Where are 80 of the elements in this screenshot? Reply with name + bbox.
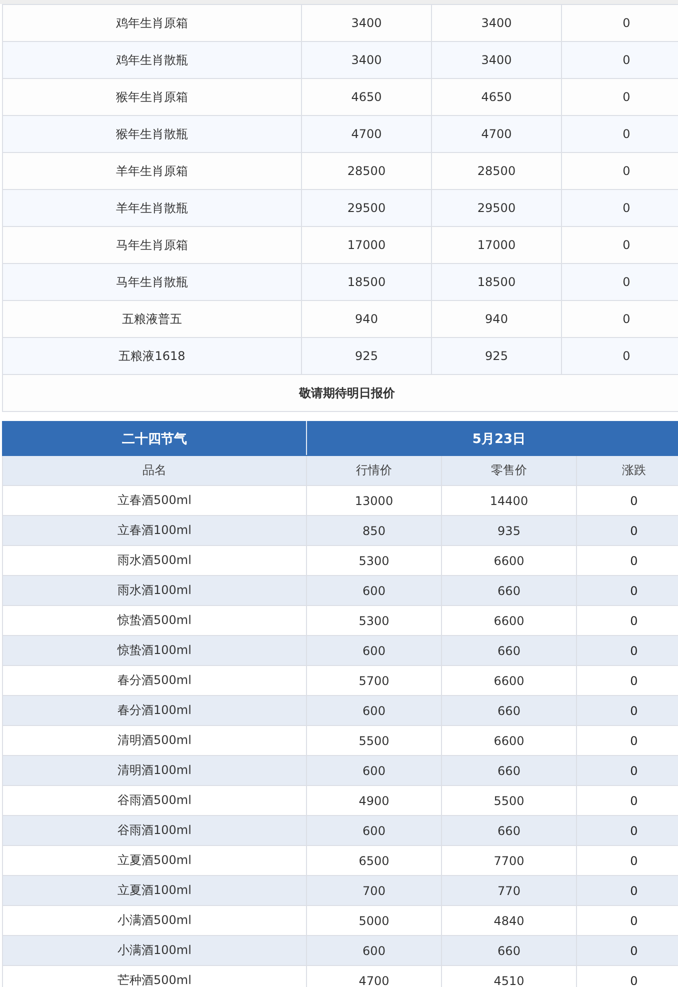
price-change-cell: 0	[562, 264, 678, 300]
retail-price-cell: 3400	[432, 42, 562, 78]
price-change-cell: 0	[576, 696, 678, 726]
price-change-cell: 0	[576, 576, 678, 606]
product-name-cell: 马年生肖散瓶	[2, 264, 302, 300]
retail-price-cell: 660	[442, 576, 576, 606]
retail-price-cell: 29500	[432, 190, 562, 226]
retail-price-cell: 28500	[432, 152, 562, 190]
product-name-cell: 猴年生肖原箱	[2, 78, 302, 116]
market-price-cell: 600	[306, 576, 442, 606]
retail-price-cell: 660	[442, 816, 576, 846]
column-header: 品名	[2, 456, 306, 486]
market-price-cell: 850	[306, 516, 442, 546]
product-name-cell: 立春酒100ml	[2, 516, 306, 546]
product-name-cell: 羊年生肖散瓶	[2, 190, 302, 226]
product-name-cell: 清明酒100ml	[2, 756, 306, 786]
product-name-cell: 小满酒100ml	[2, 936, 306, 966]
market-price-cell: 940	[302, 300, 432, 338]
table-date: 5月23日	[306, 422, 678, 456]
market-price-cell: 700	[306, 876, 442, 906]
market-price-cell: 600	[306, 636, 442, 666]
product-name-cell: 五粮液1618	[2, 338, 302, 374]
retail-price-cell: 925	[432, 338, 562, 374]
market-price-cell: 925	[302, 338, 432, 374]
retail-price-cell: 18500	[432, 264, 562, 300]
retail-price-cell: 940	[432, 300, 562, 338]
product-name-cell: 鸡年生肖散瓶	[2, 42, 302, 78]
retail-price-cell: 17000	[432, 226, 562, 264]
product-name-cell: 春分酒100ml	[2, 696, 306, 726]
price-change-cell: 0	[562, 338, 678, 374]
product-name-cell: 猴年生肖散瓶	[2, 116, 302, 152]
retail-price-cell: 660	[442, 756, 576, 786]
price-change-cell: 0	[562, 116, 678, 152]
market-price-cell: 18500	[302, 264, 432, 300]
market-price-cell: 600	[306, 816, 442, 846]
market-price-cell: 4650	[302, 78, 432, 116]
price-change-cell: 0	[562, 42, 678, 78]
product-name-cell: 惊蛰酒100ml	[2, 636, 306, 666]
market-price-cell: 17000	[302, 226, 432, 264]
retail-price-cell: 935	[442, 516, 576, 546]
price-change-cell: 0	[562, 152, 678, 190]
retail-price-cell: 4650	[432, 78, 562, 116]
product-name-cell: 五粮液普五	[2, 300, 302, 338]
retail-price-cell: 660	[442, 636, 576, 666]
product-name-cell: 马年生肖原箱	[2, 226, 302, 264]
market-price-cell: 28500	[302, 152, 432, 190]
product-name-cell: 鸡年生肖原箱	[2, 4, 302, 42]
product-name-cell: 羊年生肖原箱	[2, 152, 302, 190]
footer-note: 敬请期待明日报价	[2, 374, 678, 412]
retail-price-cell: 770	[442, 876, 576, 906]
market-price-cell: 600	[306, 936, 442, 966]
market-price-cell: 3400	[302, 4, 432, 42]
price-change-cell: 0	[576, 636, 678, 666]
product-name-cell: 雨水酒100ml	[2, 576, 306, 606]
column-header: 涨跌	[576, 456, 678, 486]
retail-price-cell: 4700	[432, 116, 562, 152]
product-name-cell: 芒种酒500ml	[2, 966, 306, 987]
retail-price-cell: 660	[442, 696, 576, 726]
price-change-cell: 0	[562, 78, 678, 116]
price-change-cell: 0	[562, 300, 678, 338]
price-change-cell: 0	[562, 4, 678, 42]
market-price-cell: 4700	[302, 116, 432, 152]
market-price-cell: 600	[306, 696, 442, 726]
price-change-cell: 0	[576, 876, 678, 906]
product-name-cell: 立夏酒100ml	[2, 876, 306, 906]
price-change-cell: 0	[576, 816, 678, 846]
column-header: 零售价	[442, 456, 576, 486]
retail-price-cell: 660	[442, 936, 576, 966]
retail-price-cell: 3400	[432, 4, 562, 42]
market-price-cell: 600	[306, 756, 442, 786]
product-name-cell: 谷雨酒100ml	[2, 816, 306, 846]
market-price-cell: 3400	[302, 42, 432, 78]
price-change-cell: 0	[576, 756, 678, 786]
market-price-cell: 29500	[302, 190, 432, 226]
price-change-cell: 0	[576, 516, 678, 546]
table-title: 二十四节气	[2, 422, 306, 456]
column-header: 行情价	[306, 456, 442, 486]
price-change-cell: 0	[562, 190, 678, 226]
price-change-cell: 0	[562, 226, 678, 264]
price-change-cell: 0	[576, 936, 678, 966]
